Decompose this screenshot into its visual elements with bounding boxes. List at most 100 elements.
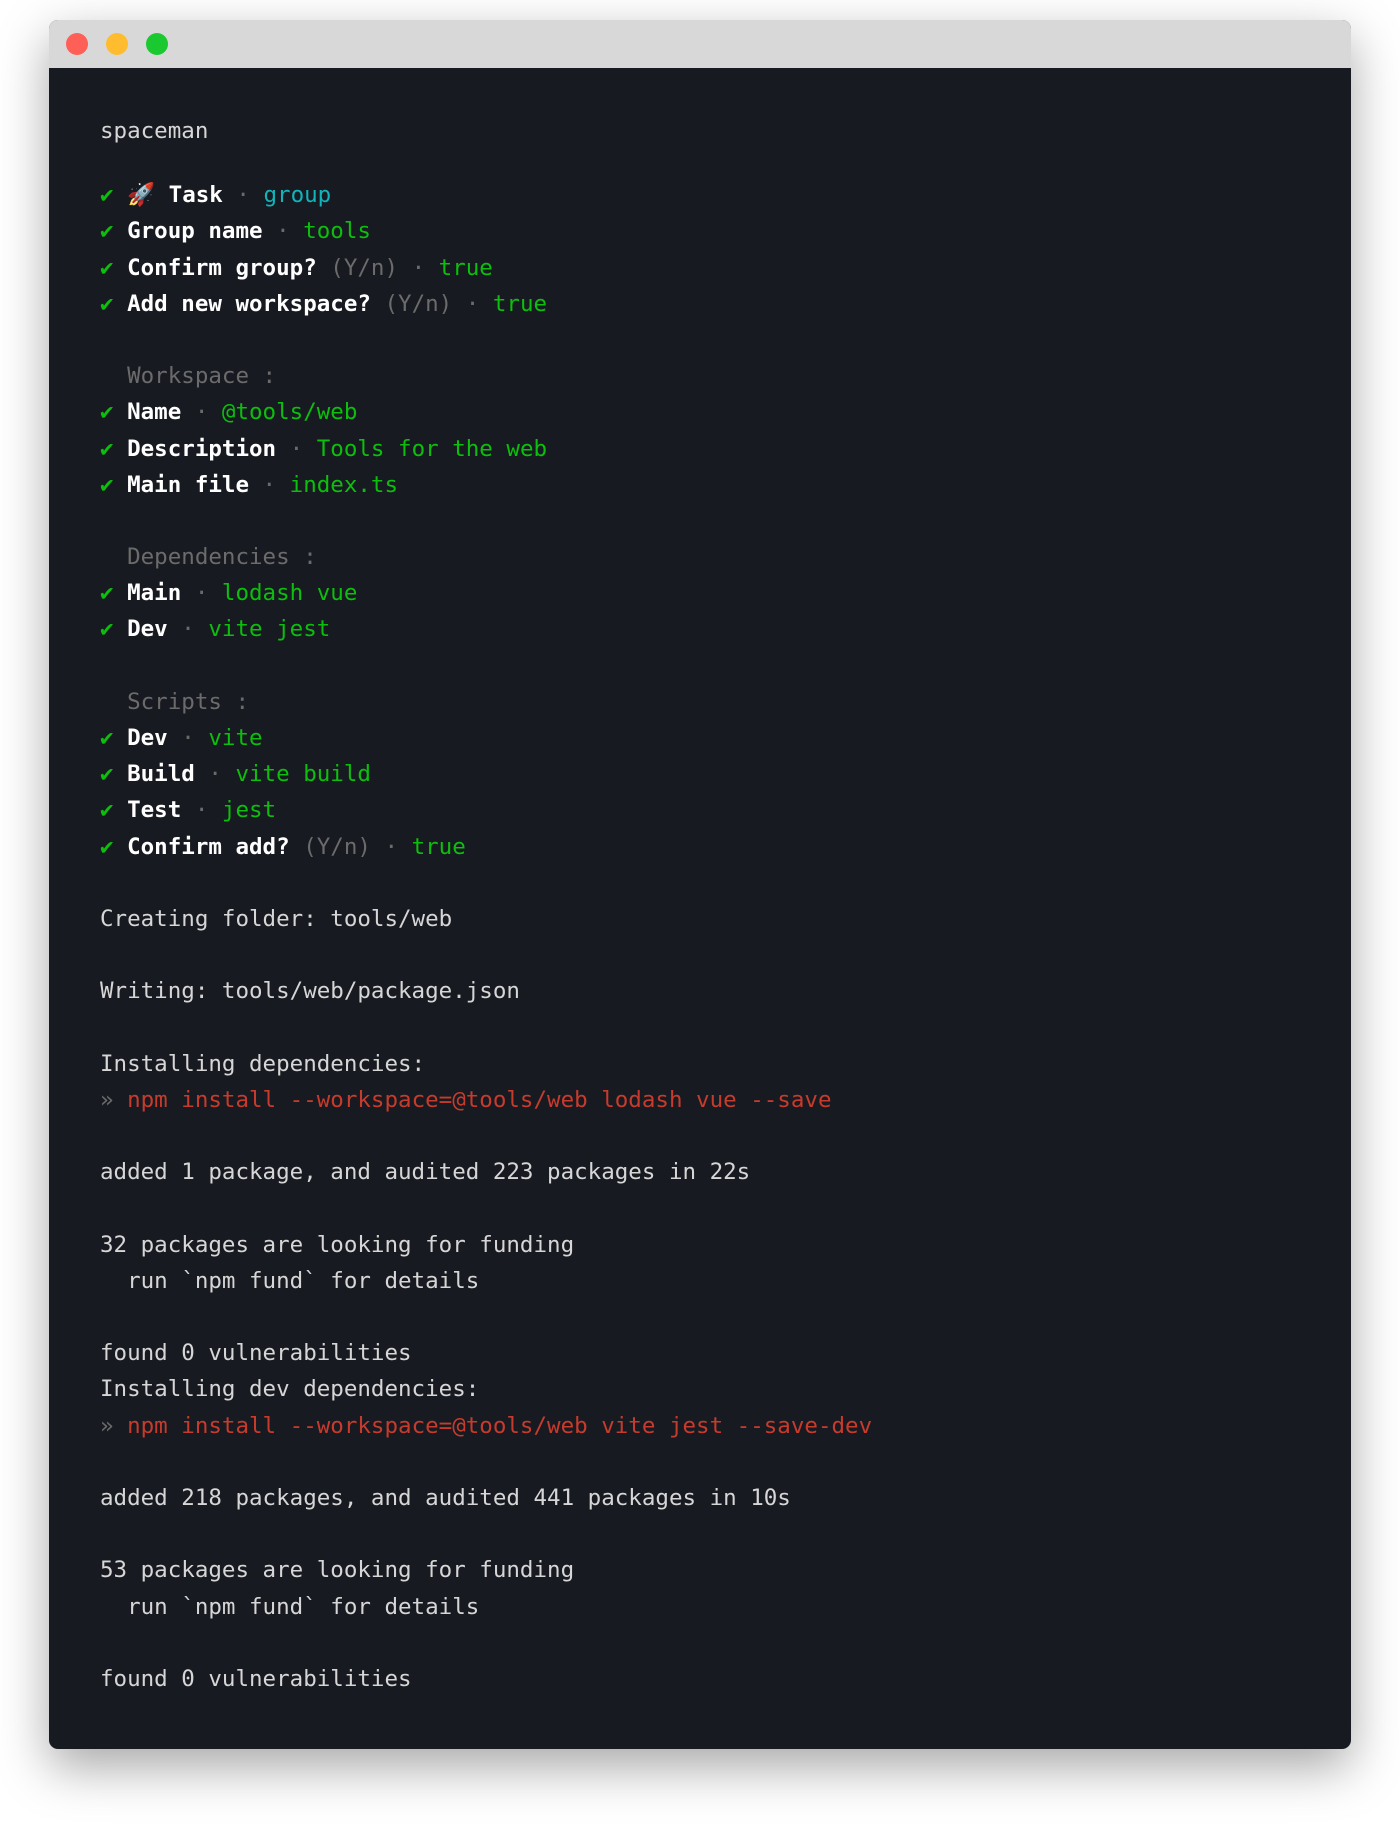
terminal-line: ✔ Main · lodash vue	[100, 575, 1311, 611]
line-segment: 32 packages are looking for funding	[100, 1231, 575, 1258]
terminal-line: ✔ Description · Tools for the web	[100, 431, 1311, 467]
terminal-line: ✔ Main file · index.ts	[100, 467, 1311, 503]
checkmark-icon: ✔	[100, 218, 128, 245]
line-segment: Name	[127, 399, 182, 426]
zoom-button[interactable]	[146, 33, 168, 55]
line-segment: Installing dev dependencies:	[100, 1376, 480, 1403]
checkmark-icon: ✔	[100, 725, 128, 751]
line-segment: spaceman	[100, 118, 209, 144]
checkmark-icon: ✔	[100, 290, 128, 317]
terminal-line: Workspace :	[100, 358, 1311, 394]
terminal-line: Writing: tools/web/package.json	[100, 973, 1311, 1009]
terminal-line: ✔ Confirm add? (Y/n) · true	[100, 829, 1311, 865]
line-segment: ·	[222, 182, 264, 209]
checkmark-icon: ✔	[100, 761, 128, 788]
line-segment: ·	[194, 761, 236, 788]
line-segment: Dev	[127, 725, 168, 751]
terminal-line: added 1 package, and audited 223 package…	[100, 1154, 1311, 1190]
terminal-line: run `npm fund` for details	[100, 1263, 1311, 1299]
line-segment: group	[263, 182, 332, 209]
terminal-window: spaceman ✔ 🚀 Task · group ✔ Group name · t…	[49, 20, 1351, 1749]
line-segment: Dependencies :	[100, 544, 317, 571]
terminal-line: run `npm fund` for details	[100, 1589, 1311, 1625]
line-segment: found 0 vulnerabilities	[100, 1665, 412, 1692]
terminal-line: ✔ Dev · vite jest	[100, 611, 1311, 647]
line-segment: Test	[127, 797, 182, 824]
line-segment: Dev	[127, 616, 168, 643]
checkmark-icon: ✔	[100, 471, 128, 498]
checkmark-icon: ✔	[100, 254, 128, 281]
terminal-line: » npm install --workspace=@tools/web vit…	[100, 1408, 1311, 1444]
line-segment: jest	[221, 797, 277, 824]
checkmark-icon: ✔	[100, 580, 128, 607]
terminal-line: Installing dependencies:	[100, 1046, 1311, 1082]
line-segment: Confirm group?	[127, 254, 317, 281]
line-segment: lodash vue	[221, 580, 358, 607]
terminal-line: ✔ Test · jest	[100, 792, 1311, 828]
checkmark-icon: ✔	[100, 182, 128, 209]
line-segment: added 1 package, and audited 223 package…	[100, 1159, 751, 1186]
line-segment: Scripts :	[100, 688, 250, 715]
line-segment: »	[100, 1086, 128, 1113]
line-segment: Tools for the web	[316, 435, 548, 462]
checkmark-icon: ✔	[100, 435, 128, 462]
terminal-line: » npm install --workspace=@tools/web lod…	[100, 1082, 1311, 1118]
line-segment: ·	[276, 435, 317, 462]
terminal-line: ✔ Group name · tools	[100, 213, 1311, 249]
checkmark-icon: ✔	[100, 797, 128, 824]
line-segment: vite build	[235, 761, 371, 788]
line-segment: npm install --workspace=@tools/web lodas…	[127, 1086, 832, 1113]
line-segment: Task	[168, 182, 223, 209]
line-segment: ·	[249, 471, 290, 498]
line-segment: (Y/n) ·	[370, 290, 493, 317]
terminal-line: Creating folder: tools/web	[100, 901, 1311, 937]
line-segment: Group name	[127, 218, 263, 245]
checkmark-icon: ✔	[100, 399, 128, 426]
line-segment: run `npm fund` for details	[100, 1593, 480, 1620]
terminal-output: spaceman ✔ 🚀 Task · group ✔ Group name · t…	[100, 113, 1311, 1697]
line-segment: vite jest	[208, 616, 331, 643]
line-segment: ·	[181, 797, 222, 824]
line-segment: added 218 packages, and audited 441 pack…	[100, 1484, 791, 1511]
line-segment: Add new workspace?	[127, 290, 371, 317]
terminal-line: spaceman	[100, 113, 1311, 149]
terminal-line: Scripts :	[100, 684, 1311, 720]
line-segment: Creating folder: tools/web	[100, 905, 453, 932]
line-segment: npm install --workspace=@tools/web vite …	[127, 1412, 873, 1439]
line-segment: true	[438, 254, 493, 281]
terminal-line: found 0 vulnerabilities	[100, 1335, 1311, 1371]
line-segment: (Y/n) ·	[289, 833, 412, 860]
minimize-button[interactable]	[106, 33, 128, 55]
line-segment: index.ts	[289, 471, 399, 498]
terminal-line: Dependencies :	[100, 539, 1311, 575]
line-segment: Writing: tools/web/package.json	[100, 978, 520, 1005]
line-segment: Main file	[127, 471, 250, 498]
line-segment: tools	[303, 218, 371, 245]
line-segment: Build	[127, 761, 195, 788]
checkmark-icon: ✔	[100, 616, 128, 643]
line-segment: ·	[167, 725, 209, 751]
line-segment: Confirm add?	[127, 833, 290, 860]
title-bar	[49, 20, 1351, 68]
line-segment: ·	[181, 580, 222, 607]
line-segment: ·	[181, 399, 222, 426]
line-segment: vite	[208, 725, 263, 751]
terminal-line: added 218 packages, and audited 441 pack…	[100, 1480, 1311, 1516]
close-button[interactable]	[66, 33, 88, 55]
line-segment: Installing dependencies:	[100, 1050, 426, 1077]
terminal-line: ✔ Add new workspace? (Y/n) · true	[100, 286, 1311, 322]
terminal-line: ✔ Confirm group? (Y/n) · true	[100, 250, 1311, 286]
line-segment: found 0 vulnerabilities	[100, 1340, 412, 1367]
line-segment: 53 packages are looking for funding	[100, 1557, 575, 1584]
terminal-line: Installing dev dependencies:	[100, 1371, 1311, 1407]
line-segment: 🚀	[127, 182, 169, 209]
terminal-line: ✔ Build · vite build	[100, 756, 1311, 792]
